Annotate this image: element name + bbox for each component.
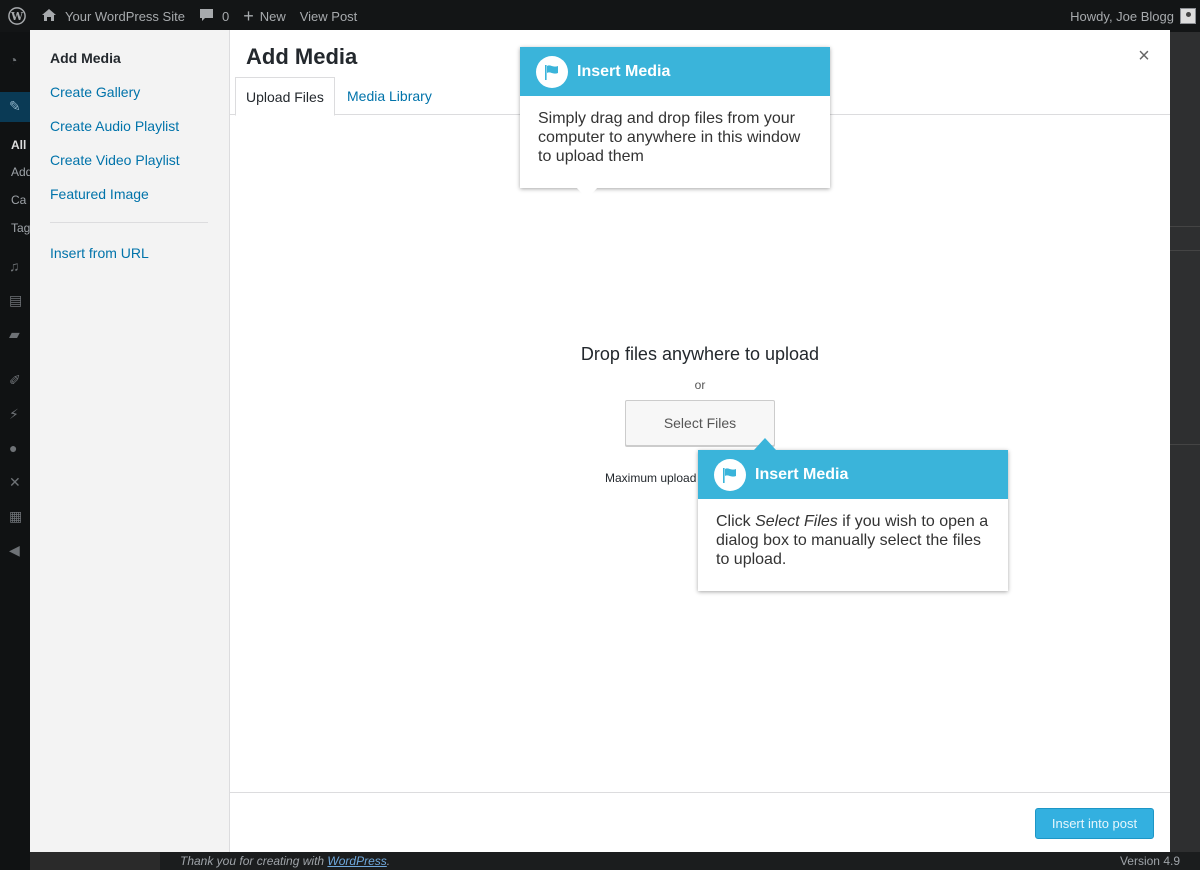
- tab-upload-files[interactable]: Upload Files: [235, 77, 335, 116]
- new-label: New: [259, 8, 286, 24]
- wordpress-link[interactable]: WordPress: [327, 854, 386, 868]
- home-icon: [41, 8, 57, 25]
- page-title: Add Media: [246, 44, 358, 69]
- footer-thanks: Thank you for creating with WordPress.: [180, 854, 390, 868]
- admin-bar: W Your WordPress Site 0 + New View Post …: [0, 0, 1200, 32]
- tooltip-body-prefix: Click: [716, 513, 756, 530]
- comments-link[interactable]: 0: [192, 0, 236, 32]
- pin-icon: ✎: [9, 98, 21, 114]
- menu-separator: [50, 222, 208, 223]
- tab-media-library[interactable]: Media Library: [337, 77, 442, 115]
- menu-create-video-playlist[interactable]: Create Video Playlist: [50, 152, 180, 168]
- close-icon: ×: [1138, 45, 1150, 67]
- plugins-icon: ⚡: [9, 406, 19, 422]
- avatar: [1180, 8, 1196, 24]
- submenu-item-0[interactable]: All: [11, 138, 26, 152]
- svg-text:W: W: [10, 10, 24, 23]
- wordpress-logo-icon[interactable]: W: [0, 0, 34, 32]
- menu-create-audio-playlist[interactable]: Create Audio Playlist: [50, 118, 179, 134]
- tooltip-header: Insert Media: [520, 47, 830, 96]
- tooltip-body-emphasis: Select Files: [755, 513, 838, 530]
- tooltip-title: Insert Media: [755, 465, 849, 483]
- menu-add-media[interactable]: Add Media: [50, 50, 121, 66]
- media-icon: ♫: [9, 258, 20, 274]
- appearance-icon: ✐: [9, 372, 21, 388]
- new-content-link[interactable]: + New: [236, 0, 293, 32]
- tooltip-select-files: Insert Media Click Select Files if you w…: [698, 438, 1008, 591]
- admin-side-menu: ◔ ✎ All Add Ca Tag ♫ ▤ ▰ ✐ ⚡ ● ✕ ▦ ◀: [0, 32, 32, 870]
- site-name-link[interactable]: Your WordPress Site: [34, 0, 192, 32]
- media-toolbar: Insert into post: [230, 792, 1170, 852]
- footer-thanks-prefix: Thank you for creating with: [180, 854, 325, 868]
- insert-into-post-button[interactable]: Insert into post: [1035, 808, 1154, 839]
- tools-icon: ✕: [9, 474, 21, 490]
- tooltip-pointer: [754, 438, 776, 450]
- site-name: Your WordPress Site: [65, 8, 185, 24]
- view-post-label: View Post: [299, 8, 358, 24]
- plus-icon: +: [243, 6, 254, 26]
- tooltip-title: Insert Media: [577, 62, 671, 80]
- flag-icon: [714, 458, 746, 491]
- view-post-link[interactable]: View Post: [293, 0, 365, 32]
- background-content: [1170, 32, 1200, 852]
- menu-insert-from-url[interactable]: Insert from URL: [50, 245, 149, 261]
- menu-featured-image[interactable]: Featured Image: [50, 186, 149, 202]
- comment-icon: [199, 8, 214, 25]
- menu-create-gallery[interactable]: Create Gallery: [50, 84, 140, 100]
- collapse-icon: ◀: [9, 542, 20, 558]
- flag-icon: [536, 55, 568, 88]
- max-upload-size: Maximum upload: [605, 471, 697, 485]
- comments-count: 0: [221, 8, 230, 24]
- my-account-link[interactable]: Howdy, Joe Blogg: [1063, 0, 1200, 32]
- close-button[interactable]: ×: [1130, 44, 1158, 72]
- footer-thanks-suffix: .: [386, 854, 391, 868]
- select-files-button[interactable]: Select Files: [625, 400, 775, 446]
- admin-footer: Thank you for creating with WordPress. V…: [160, 852, 1200, 870]
- tooltip-drag-drop: Insert Media Simply drag and drop files …: [520, 47, 830, 199]
- pages-icon: ▤: [9, 292, 23, 308]
- users-icon: ●: [9, 440, 18, 456]
- footer-version: Version 4.9: [1119, 854, 1180, 868]
- tooltip-pointer: [576, 187, 598, 199]
- submenu-item-2[interactable]: Ca: [11, 193, 26, 207]
- howdy-label: Howdy, Joe Blogg: [1070, 8, 1174, 24]
- tooltip-body: Click Select Files if you wish to open a…: [698, 499, 1008, 582]
- drop-instructions: Drop files anywhere to upload: [580, 344, 820, 364]
- submenu-item-3[interactable]: Tag: [11, 221, 30, 235]
- comments-menu-icon: ▰: [9, 326, 20, 342]
- or-label: or: [694, 378, 706, 392]
- settings-icon: ▦: [9, 508, 23, 524]
- dashboard-icon: ◔: [9, 52, 18, 68]
- tooltip-body: Simply drag and drop files from your com…: [538, 110, 801, 165]
- media-menu: Add Media Create Gallery Create Audio Pl…: [30, 30, 230, 852]
- tooltip-header: Insert Media: [698, 450, 1008, 499]
